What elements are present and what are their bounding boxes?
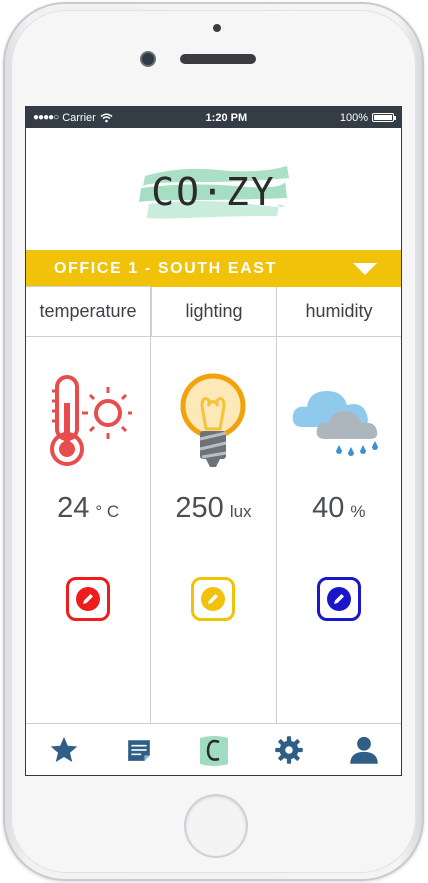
gear-icon bbox=[274, 735, 303, 764]
humidity-value: 40 bbox=[312, 492, 345, 524]
room-name: OFFICE 1 - SOUTH EAST bbox=[54, 259, 277, 277]
star-icon bbox=[50, 736, 77, 762]
lighting-unit: lux bbox=[229, 502, 252, 521]
signal-dots: ●●●●○ bbox=[33, 112, 59, 123]
tab-humidity[interactable]: humidity bbox=[276, 287, 401, 337]
edit-temperature-button[interactable] bbox=[66, 577, 111, 621]
nav-notes[interactable] bbox=[117, 728, 161, 772]
humidity-unit: % bbox=[350, 502, 366, 521]
pencil-icon bbox=[208, 594, 219, 604]
bottom-navigation bbox=[26, 723, 401, 775]
wifi-icon bbox=[100, 113, 113, 122]
front-camera bbox=[142, 53, 154, 65]
clock: 1:20 PM bbox=[205, 111, 248, 124]
app-header: CO·ZY bbox=[26, 128, 401, 250]
user-icon bbox=[349, 736, 378, 764]
status-bar: ●●●●○ Carrier 1:20 PM 100% bbox=[26, 107, 401, 128]
tab-temperature[interactable]: temperature bbox=[26, 286, 151, 337]
cozy-logo-icon bbox=[199, 735, 228, 766]
dropdown-arrow-icon[interactable] bbox=[353, 262, 377, 275]
pencil-icon bbox=[333, 594, 344, 604]
battery-percent: 100% bbox=[339, 111, 368, 124]
light-bulb-icon bbox=[180, 373, 246, 467]
nav-home[interactable] bbox=[192, 728, 236, 772]
tab-lighting[interactable]: lighting bbox=[151, 287, 276, 337]
nav-settings[interactable] bbox=[267, 728, 311, 772]
sensor-dot bbox=[213, 24, 221, 32]
lighting-value: 250 bbox=[175, 492, 224, 524]
home-button[interactable] bbox=[186, 796, 246, 856]
battery-icon bbox=[371, 113, 396, 122]
room-selector[interactable]: OFFICE 1 - SOUTH EAST bbox=[26, 250, 401, 287]
nav-favorites[interactable] bbox=[42, 728, 86, 772]
carrier-label: Carrier bbox=[62, 111, 96, 124]
rain-cloud-icon bbox=[292, 391, 378, 456]
lighting-column: 250 lux bbox=[150, 337, 275, 726]
notes-icon bbox=[127, 739, 150, 761]
sensor-tabs: temperature lighting humidity bbox=[26, 286, 401, 337]
earpiece-speaker bbox=[180, 54, 256, 64]
temperature-column: 24 ° C bbox=[26, 337, 150, 726]
app-logo: CO·ZY bbox=[151, 170, 276, 214]
humidity-column: 40 % bbox=[275, 337, 401, 726]
app-screen: ●●●●○ Carrier 1:20 PM 100% CO·ZY OFFICE … bbox=[25, 106, 402, 776]
temperature-value: 24 bbox=[57, 492, 90, 524]
pencil-icon bbox=[83, 594, 94, 604]
sensor-columns: 24 ° C 250 lux 40 % bbox=[26, 337, 401, 726]
thermometer-sun-icon bbox=[50, 375, 133, 466]
nav-profile[interactable] bbox=[342, 728, 386, 772]
edit-lighting-button[interactable] bbox=[191, 577, 236, 621]
edit-humidity-button[interactable] bbox=[316, 577, 361, 621]
temperature-unit: ° C bbox=[95, 502, 120, 521]
